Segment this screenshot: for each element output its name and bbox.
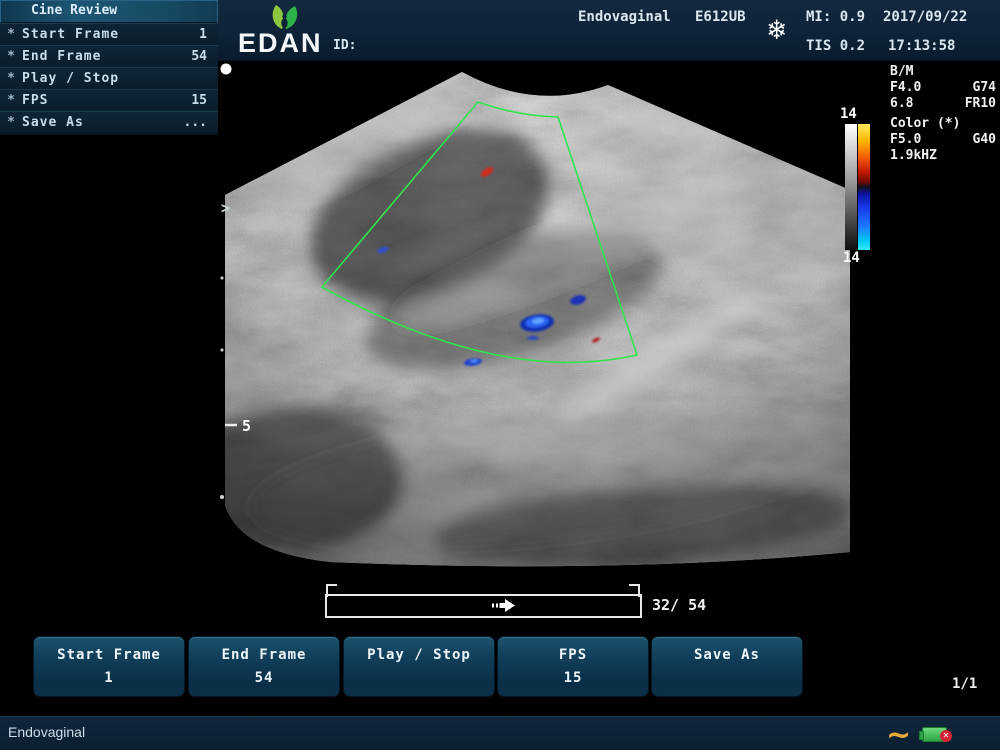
menu-item-play-stop[interactable]: * Play / Stop xyxy=(0,67,218,89)
end-frame-button[interactable]: End Frame 54 xyxy=(188,636,340,697)
button-label: Save As xyxy=(652,647,802,663)
cine-review-menu: Cine Review * Start Frame 1 * End Frame … xyxy=(0,0,218,135)
cine-frame-counter: 32/ 54 xyxy=(652,596,706,614)
menu-item-label: Start Frame xyxy=(22,27,199,42)
menu-item-fps[interactable]: * FPS 15 xyxy=(0,89,218,111)
color-prf: 1.9kHZ xyxy=(890,148,996,164)
color-doppler-bar xyxy=(858,124,870,250)
orientation-marker: > xyxy=(221,199,230,217)
menu-page-indicator: 1/1 xyxy=(952,676,977,692)
menu-item-save-as[interactable]: * Save As ... xyxy=(0,111,218,133)
b-frame-rate: FR10 xyxy=(965,96,996,112)
battery-icon: ✕ xyxy=(922,727,947,742)
status-preset-label: Endovaginal xyxy=(8,724,85,740)
color-gain: G40 xyxy=(973,132,996,148)
color-mode-label: Color (*) xyxy=(890,116,996,132)
button-label: End Frame xyxy=(189,647,339,663)
imaging-parameters: B/M F4.0 G74 6.8 FR10 Color (*) F5.0 G40… xyxy=(890,64,996,164)
status-bar: Endovaginal ~ ✕ xyxy=(0,716,1000,750)
start-frame-button[interactable]: Start Frame 1 xyxy=(33,636,185,697)
menu-item-marker: * xyxy=(0,71,22,86)
depth-label: 5 xyxy=(242,417,251,435)
menu-item-marker: * xyxy=(0,93,22,108)
ultrasound-screen: EDAN ID: Endovaginal E612UB ❄ MI: 0.9 TI… xyxy=(0,0,1000,750)
button-value: 15 xyxy=(498,670,648,686)
menu-item-marker: * xyxy=(0,27,22,42)
battery-terminal xyxy=(919,731,924,740)
b-frequency: F4.0 xyxy=(890,80,921,96)
play-stop-button[interactable]: Play / Stop xyxy=(343,636,495,697)
b-gain: G74 xyxy=(973,80,996,96)
save-as-button[interactable]: Save As xyxy=(651,636,803,697)
menu-item-value: ... xyxy=(184,115,218,130)
menu-item-label: End Frame xyxy=(22,49,191,64)
menu-item-value: 1 xyxy=(199,27,218,42)
bar-bottom-value: 14 xyxy=(843,250,860,266)
depth-tick xyxy=(220,495,224,499)
grayscale-bar xyxy=(845,124,857,250)
b-mode-fan xyxy=(185,30,877,580)
b-depth: 6.8 xyxy=(890,96,913,112)
menu-item-marker: * xyxy=(0,49,22,64)
menu-item-start-frame[interactable]: * Start Frame 1 xyxy=(0,23,218,45)
wave-icon: ~ xyxy=(886,718,911,750)
menu-item-label: Play / Stop xyxy=(22,71,207,86)
mode-label: B/M xyxy=(890,64,996,80)
menu-item-value: 15 xyxy=(191,93,218,108)
bar-top-value: 14 xyxy=(840,106,857,122)
cine-position-arrow[interactable] xyxy=(492,599,516,612)
menu-item-value: 54 xyxy=(191,49,218,64)
button-value: 1 xyxy=(34,670,184,686)
menu-title: Cine Review xyxy=(0,0,218,23)
button-value: 54 xyxy=(189,670,339,686)
button-label: FPS xyxy=(498,647,648,663)
cine-progress-bar[interactable] xyxy=(325,594,642,618)
button-label: Play / Stop xyxy=(344,647,494,663)
menu-item-label: Save As xyxy=(22,115,184,130)
color-frequency: F5.0 xyxy=(890,132,921,148)
fps-button[interactable]: FPS 15 xyxy=(497,636,649,697)
probe-orientation-dot xyxy=(221,64,232,75)
depth-tick xyxy=(220,276,223,279)
menu-item-end-frame[interactable]: * End Frame 54 xyxy=(0,45,218,67)
menu-item-label: FPS xyxy=(22,93,191,108)
menu-item-marker: * xyxy=(0,115,22,130)
battery-error-badge: ✕ xyxy=(940,730,952,742)
depth-tick xyxy=(220,348,223,351)
button-label: Start Frame xyxy=(34,647,184,663)
